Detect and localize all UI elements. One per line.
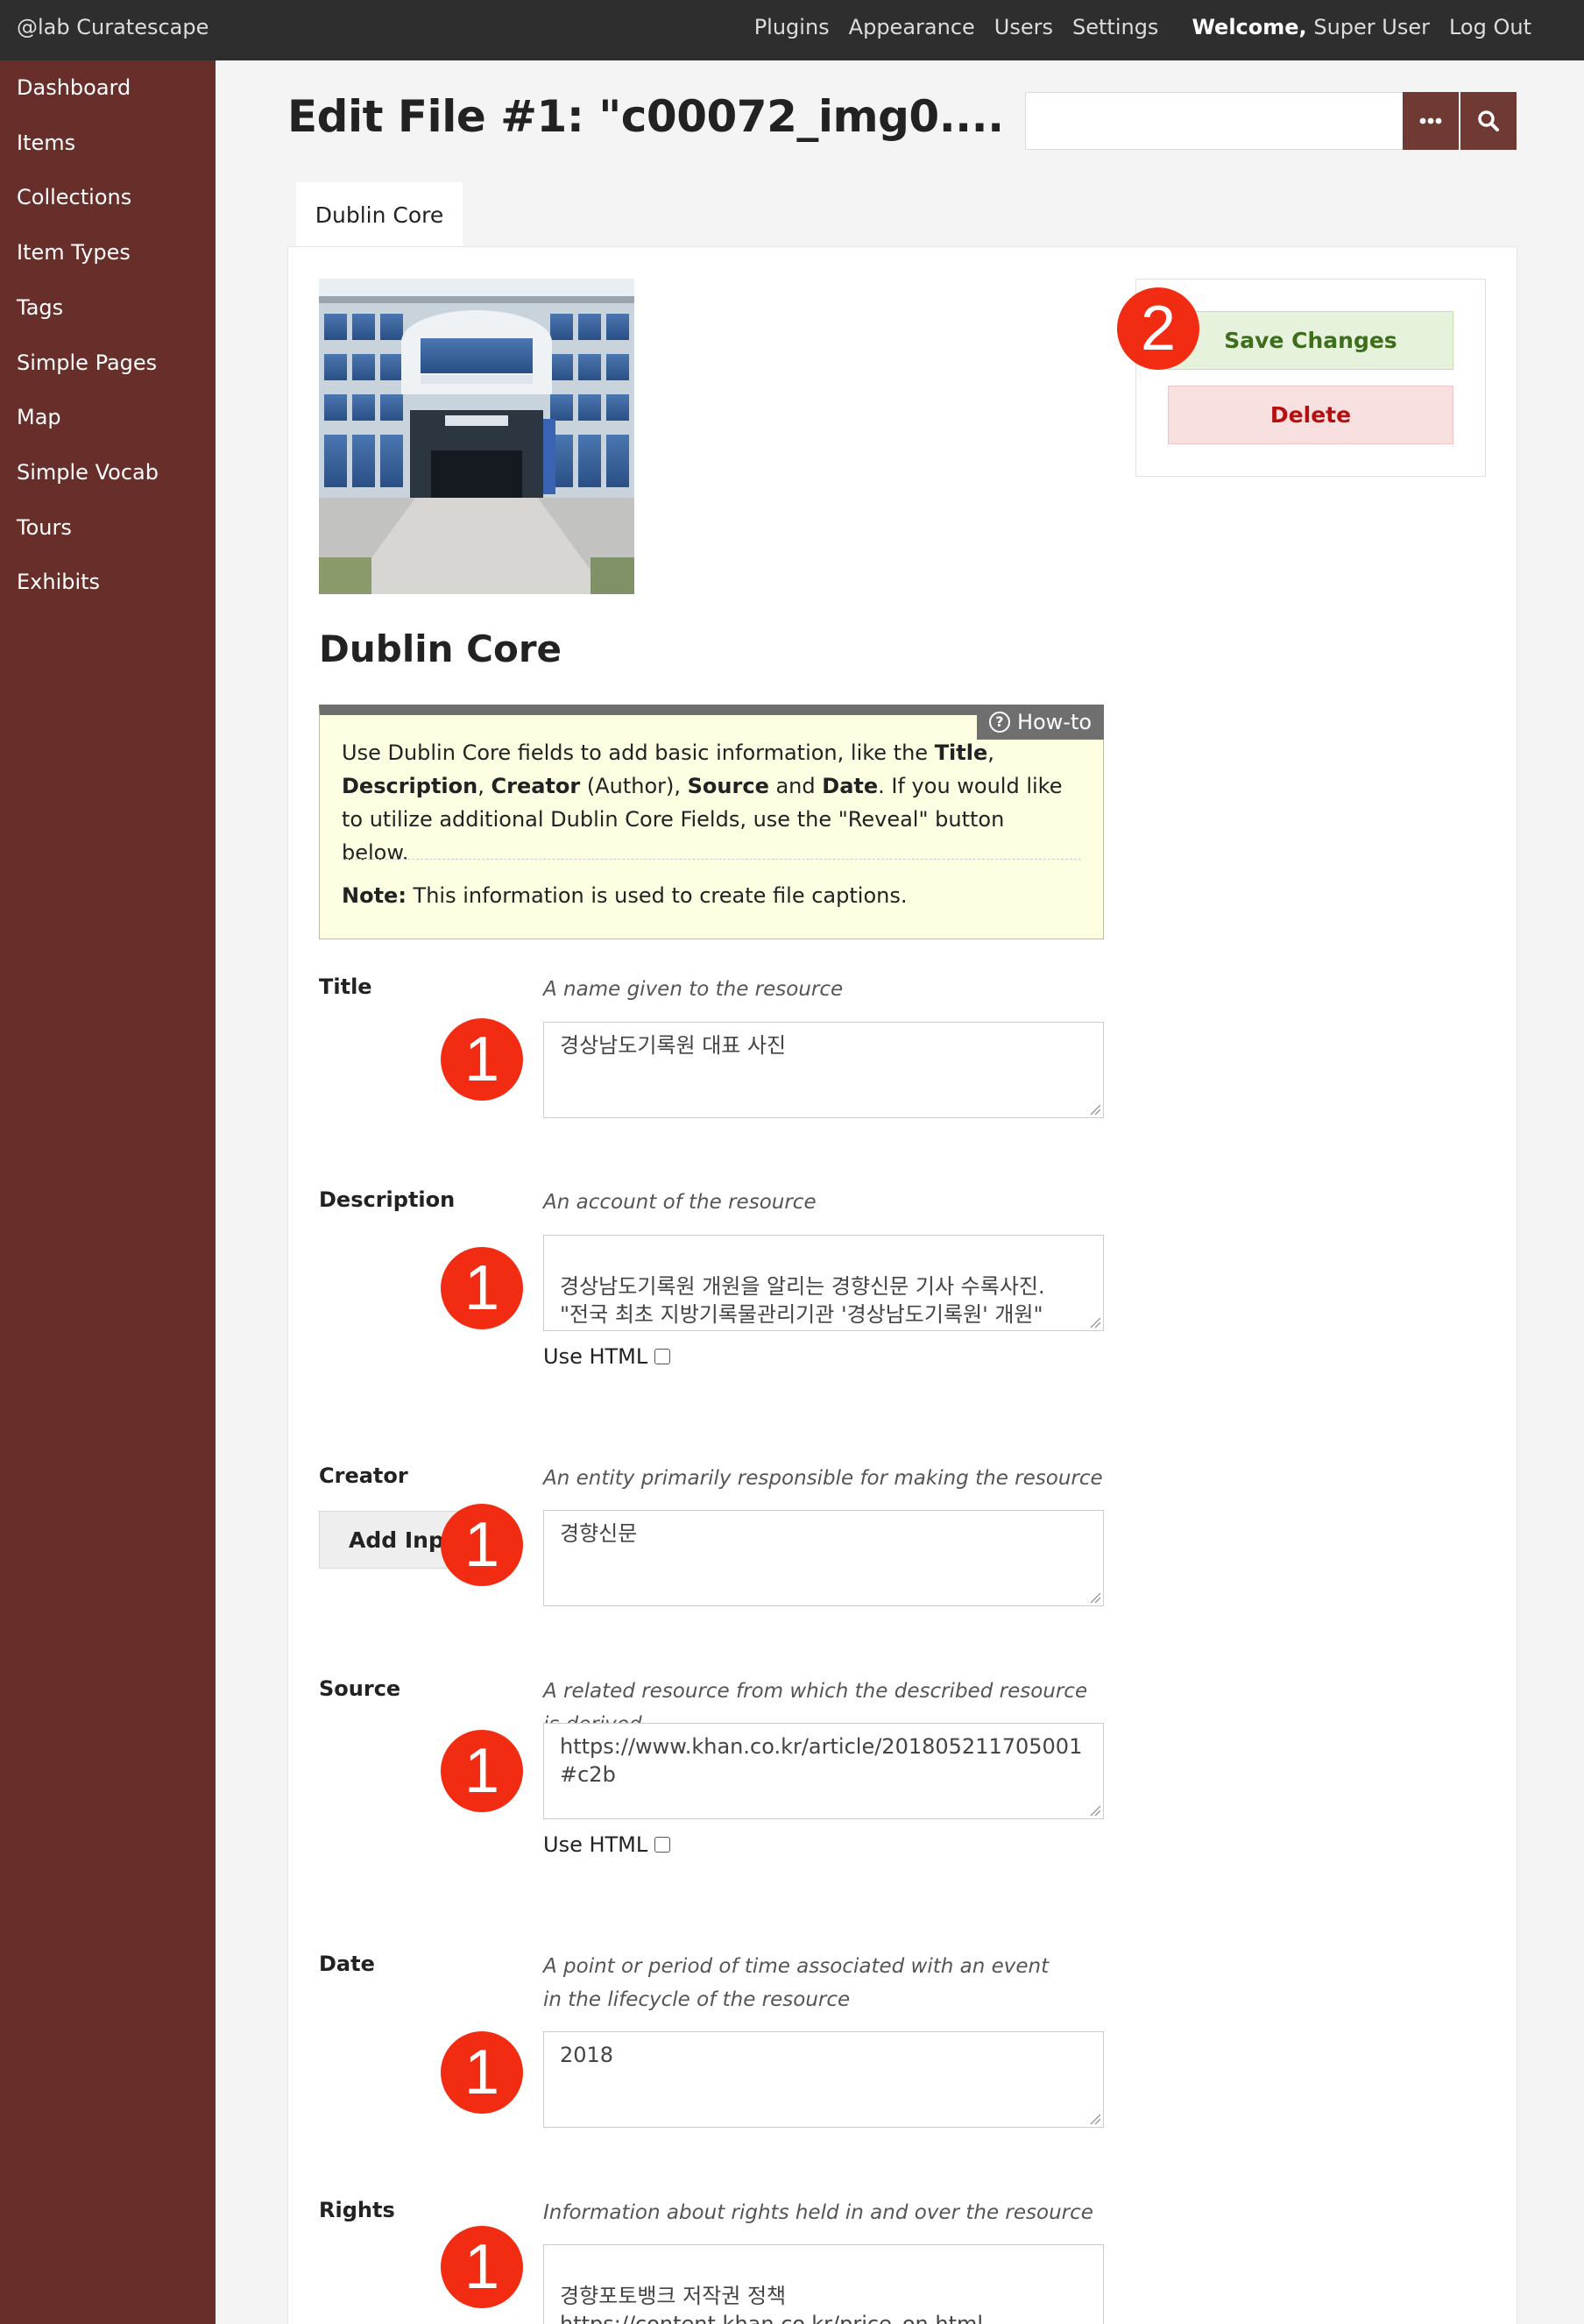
sidebar-item-tags[interactable]: Tags (17, 295, 63, 320)
title-hint: A name given to the resource (543, 978, 844, 1001)
description-hint: An account of the resource (543, 1191, 817, 1214)
description-field[interactable]: 경상남도기록원 개원을 알리는 경향신문 기사 수록사진. "전국 최초 지방기… (543, 1235, 1104, 1331)
section-title: Dublin Core (319, 627, 562, 670)
sidebar-item-simple-pages[interactable]: Simple Pages (17, 351, 157, 375)
logout-link[interactable]: Log Out (1449, 15, 1531, 39)
search-submit-button[interactable] (1460, 92, 1517, 150)
use-html-checkbox[interactable] (654, 1349, 671, 1364)
use-html-label: Use HTML (543, 1344, 648, 1369)
description-label: Description (319, 1187, 456, 1212)
delete-button[interactable]: Delete (1168, 386, 1453, 444)
resize-grip-icon[interactable] (1089, 2113, 1101, 2125)
creator-label: Creator (319, 1463, 408, 1488)
howto-text-part: and (768, 774, 823, 798)
howto-toggle[interactable]: ? How-to (977, 705, 1104, 740)
sidebar-item-exhibits[interactable]: Exhibits (17, 570, 100, 594)
annotation-marker-1: 1 (441, 2226, 523, 2308)
howto-text-part: (Author), (580, 774, 688, 798)
annotation-marker-1: 1 (441, 1504, 523, 1586)
howto-source-word: Source (687, 774, 769, 798)
sidebar-item-items[interactable]: Items (17, 131, 75, 155)
howto-title-word: Title (934, 740, 988, 765)
description-field-value: 경상남도기록원 개원을 알리는 경향신문 기사 수록사진. "전국 최초 지방기… (560, 1274, 1045, 1327)
annotation-marker-1: 1 (441, 2031, 523, 2114)
creator-field[interactable]: 경향신문 (543, 1510, 1104, 1606)
annotation-marker-1: 1 (441, 1247, 523, 1329)
sidebar-item-map[interactable]: Map (17, 405, 61, 429)
howto-description-word: Description (342, 774, 478, 798)
howto-text-part: Use Dublin Core fields to add basic info… (342, 740, 935, 765)
annotation-marker-1: 1 (441, 1730, 523, 1812)
sidebar-item-item-types[interactable]: Item Types (17, 240, 131, 265)
file-thumbnail[interactable] (319, 279, 634, 594)
creator-hint: An entity primarily responsible for maki… (543, 1467, 1103, 1490)
date-field-value: 2018 (560, 2043, 614, 2067)
welcome-label: Welcome, (1192, 15, 1307, 39)
source-field-value: https://www.khan.co.kr/article/201805211… (560, 1734, 1083, 1787)
howto-creator-word: Creator (491, 774, 581, 798)
use-html-checkbox[interactable] (654, 1837, 671, 1853)
howto-label: How-to (1016, 710, 1093, 734)
howto-text-part: , (477, 774, 491, 798)
sidebar-item-collections[interactable]: Collections (17, 185, 131, 209)
sidebar-item-simple-vocab[interactable]: Simple Vocab (17, 460, 159, 485)
sidebar-item-dashboard[interactable]: Dashboard (17, 75, 131, 100)
date-hint: A point or period of time associated wit… (543, 1955, 1050, 2011)
page-title: Edit File #1: "c00072_img0.... (287, 91, 1004, 142)
source-label: Source (319, 1676, 401, 1701)
nav-settings[interactable]: Settings (1072, 15, 1158, 39)
top-nav: Plugins Appearance Users Settings Welcom… (735, 15, 1531, 39)
resize-grip-icon[interactable] (1089, 1591, 1101, 1604)
top-bar: @lab Curatescape Plugins Appearance User… (0, 0, 1584, 60)
rights-field-value: 경향포토뱅크 저작권 정책 https://content.khan.co.kr… (560, 2284, 984, 2324)
howto-note: Note: This information is used to create… (342, 883, 907, 908)
title-field[interactable]: 경상남도기록원 대표 사진 (543, 1022, 1104, 1118)
advanced-search-button[interactable] (1403, 92, 1459, 150)
search-icon (1478, 110, 1499, 131)
tab-dublin-core[interactable]: Dublin Core (296, 182, 463, 247)
date-field[interactable]: 2018 (543, 2031, 1104, 2128)
title-label: Title (319, 974, 372, 999)
save-changes-button[interactable]: Save Changes (1168, 311, 1453, 370)
howto-text: Use Dublin Core fields to add basic info… (342, 736, 1078, 869)
description-use-html: Use HTML (543, 1344, 671, 1369)
resize-grip-icon[interactable] (1089, 1316, 1101, 1329)
creator-field-value: 경향신문 (560, 1521, 638, 1546)
howto-divider (342, 859, 1081, 860)
user-name-link[interactable]: Super User (1313, 15, 1430, 39)
rights-field[interactable]: 경향포토뱅크 저작권 정책 https://content.khan.co.kr… (543, 2244, 1104, 2324)
date-label: Date (319, 1952, 375, 1976)
source-field[interactable]: https://www.khan.co.kr/article/201805211… (543, 1723, 1104, 1819)
resize-grip-icon[interactable] (1089, 1804, 1101, 1817)
sidebar-item-tours[interactable]: Tours (17, 515, 72, 540)
rights-label: Rights (319, 2198, 395, 2222)
annotation-marker-1: 1 (441, 1018, 523, 1101)
title-field-value: 경상남도기록원 대표 사진 (560, 1033, 787, 1058)
nav-plugins[interactable]: Plugins (754, 15, 830, 39)
ellipsis-icon (1419, 117, 1442, 124)
sidebar: Dashboard Items Collections Item Types T… (0, 60, 216, 2324)
building-photo (319, 279, 634, 594)
rights-hint: Information about rights held in and ove… (543, 2201, 1093, 2224)
howto-text-part: , (987, 740, 994, 765)
nav-users[interactable]: Users (994, 15, 1053, 39)
annotation-marker-2: 2 (1117, 287, 1199, 370)
howto-note-text: This information is used to create file … (406, 883, 908, 908)
use-html-label: Use HTML (543, 1832, 648, 1857)
search-input[interactable] (1025, 92, 1404, 150)
nav-appearance[interactable]: Appearance (849, 15, 975, 39)
source-use-html: Use HTML (543, 1832, 671, 1857)
site-brand-link[interactable]: @lab Curatescape (17, 15, 209, 39)
help-icon: ? (988, 712, 1010, 733)
howto-note-label: Note: (342, 883, 407, 908)
howto-date-word: Date (822, 774, 879, 798)
resize-grip-icon[interactable] (1089, 1103, 1101, 1116)
welcome-text: Welcome, Super User (1192, 15, 1430, 39)
